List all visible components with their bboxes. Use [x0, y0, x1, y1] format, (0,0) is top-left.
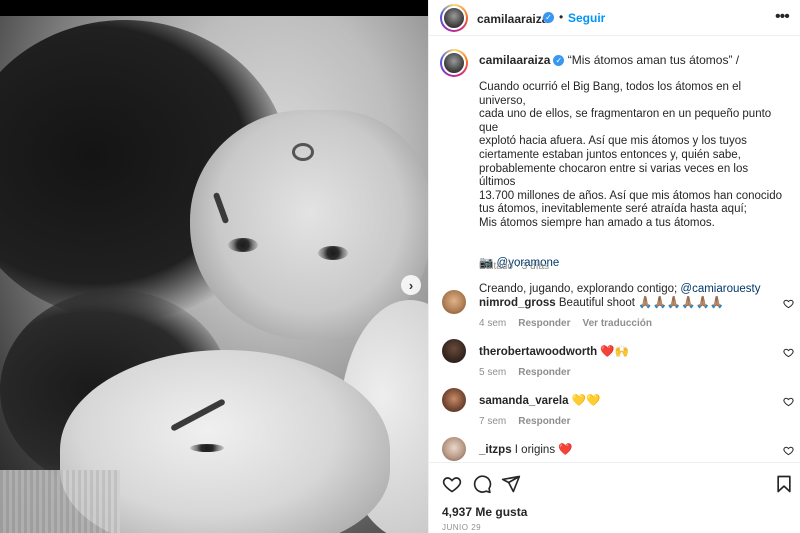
comment-time: 7 sem	[479, 416, 507, 427]
comment-body: ❤️🙌	[600, 346, 630, 358]
next-photo-button[interactable]: ›	[401, 275, 421, 295]
caption-line: 13.700 millones de años. Así que mis áto…	[479, 189, 783, 202]
commenter-avatar[interactable]	[442, 339, 466, 363]
caption-line: Mis átomos siempre han amado a tus átomo…	[479, 216, 715, 229]
see-translation-button[interactable]: Ver traducción	[582, 318, 651, 329]
comment-time: 5 sem	[479, 367, 507, 378]
caption-edited-time: Editado · 3 días	[479, 261, 550, 272]
post-actions-bar: 4,937 Me gusta JUNIO 29	[429, 462, 800, 533]
like-comment-heart-icon[interactable]	[783, 347, 794, 358]
photo-earring	[292, 143, 314, 161]
commenter-username[interactable]: therobertawoodworth	[479, 346, 597, 358]
caption-line: explotó hacia afuera. Así que mis átomos…	[479, 135, 747, 148]
photo-eye-left	[228, 238, 258, 252]
post-panel: camilaaraiza ✓ • Seguir ••• camilaaraiza…	[428, 0, 800, 533]
comment-meta: 7 sem Responder	[479, 416, 582, 427]
caption-line: Cuando ocurrió el Big Bang, todos los át…	[479, 81, 742, 107]
save-bookmark-icon[interactable]	[774, 474, 794, 494]
commenter-username[interactable]: samanda_varela	[479, 395, 569, 407]
verified-badge-icon: ✓	[543, 12, 554, 23]
caption-title: “Mis átomos aman tus átomos” /	[567, 53, 740, 67]
likes-count[interactable]: 4,937 Me gusta	[442, 505, 527, 519]
comment-body: Beautiful shoot 🙏🏽🙏🏽🙏🏽🙏🏽🙏🏽🙏🏽	[558, 297, 725, 309]
post-header: camilaaraiza ✓ • Seguir •••	[429, 0, 800, 36]
photo-eye-closed	[190, 444, 224, 452]
caption-username[interactable]: camilaaraiza	[479, 53, 550, 67]
photo-sheet	[0, 470, 120, 533]
reply-button[interactable]: Responder	[518, 367, 570, 378]
caption-line: ciertamente estaban juntos entonces y, q…	[479, 148, 741, 161]
more-options-icon[interactable]: •••	[775, 8, 790, 26]
like-comment-heart-icon[interactable]	[783, 396, 794, 407]
photo-top-strip	[0, 0, 428, 16]
comment-text: therobertawoodworth ❤️🙌	[479, 344, 629, 358]
caption-line: cada uno de ellos, se fragmentaron en un…	[479, 108, 772, 134]
comment-item: _itzps I origins ❤️	[429, 437, 800, 462]
commenter-username[interactable]: _itzps	[479, 444, 512, 456]
commenter-avatar[interactable]	[442, 290, 466, 314]
commenter-avatar[interactable]	[442, 388, 466, 412]
commenter-avatar[interactable]	[442, 437, 466, 461]
chevron-right-icon: ›	[408, 277, 414, 293]
comment-meta: 5 sem Responder	[479, 367, 582, 378]
caption-line: probablemente chocaron entre si varias v…	[479, 162, 749, 189]
comment-meta: 4 sem Responder Ver traducción	[479, 318, 664, 329]
author-avatar[interactable]	[440, 4, 468, 32]
caption-heading: camilaaraiza ✓ “Mis átomos aman tus átomo…	[479, 53, 739, 67]
comment-bubble-icon[interactable]	[472, 474, 492, 494]
reply-button[interactable]: Responder	[518, 318, 570, 329]
comment-text: nimrod_gross Beautiful shoot 🙏🏽🙏🏽🙏🏽🙏🏽🙏🏽🙏…	[479, 295, 724, 309]
post-photo: ›	[0, 0, 428, 533]
share-paper-plane-icon[interactable]	[501, 474, 521, 494]
caption-line: tus átomos, inevitablemente seré atraída…	[479, 203, 747, 216]
commenter-username[interactable]: nimrod_gross	[479, 297, 556, 309]
header-separator: •	[559, 10, 564, 24]
comment-time: 4 sem	[479, 318, 507, 329]
comments-scroll-area[interactable]: camilaaraiza ✓ “Mis átomos aman tus átomo…	[429, 37, 800, 462]
comment-body: 💛💛	[571, 395, 601, 407]
comment-text: samanda_varela 💛💛	[479, 393, 600, 407]
comment-item: samanda_varela 💛💛 7 sem Responder	[429, 388, 800, 432]
comment-body: I origins ❤️	[514, 444, 573, 456]
photo-eye-right	[318, 246, 348, 260]
like-heart-icon[interactable]	[442, 474, 462, 494]
like-comment-heart-icon[interactable]	[783, 445, 794, 456]
reply-button[interactable]: Responder	[518, 416, 570, 427]
verified-badge-icon: ✓	[553, 55, 565, 67]
caption-author-avatar[interactable]	[440, 49, 468, 77]
follow-button[interactable]: Seguir	[568, 11, 605, 25]
comment-item: therobertawoodworth ❤️🙌 5 sem Responder	[429, 339, 800, 383]
like-comment-heart-icon[interactable]	[783, 298, 794, 309]
comment-text: _itzps I origins ❤️	[479, 442, 573, 456]
comment-item: nimrod_gross Beautiful shoot 🙏🏽🙏🏽🙏🏽🙏🏽🙏🏽🙏…	[429, 290, 800, 334]
post-date: JUNIO 29	[442, 523, 482, 532]
author-username[interactable]: camilaaraiza	[477, 12, 548, 26]
